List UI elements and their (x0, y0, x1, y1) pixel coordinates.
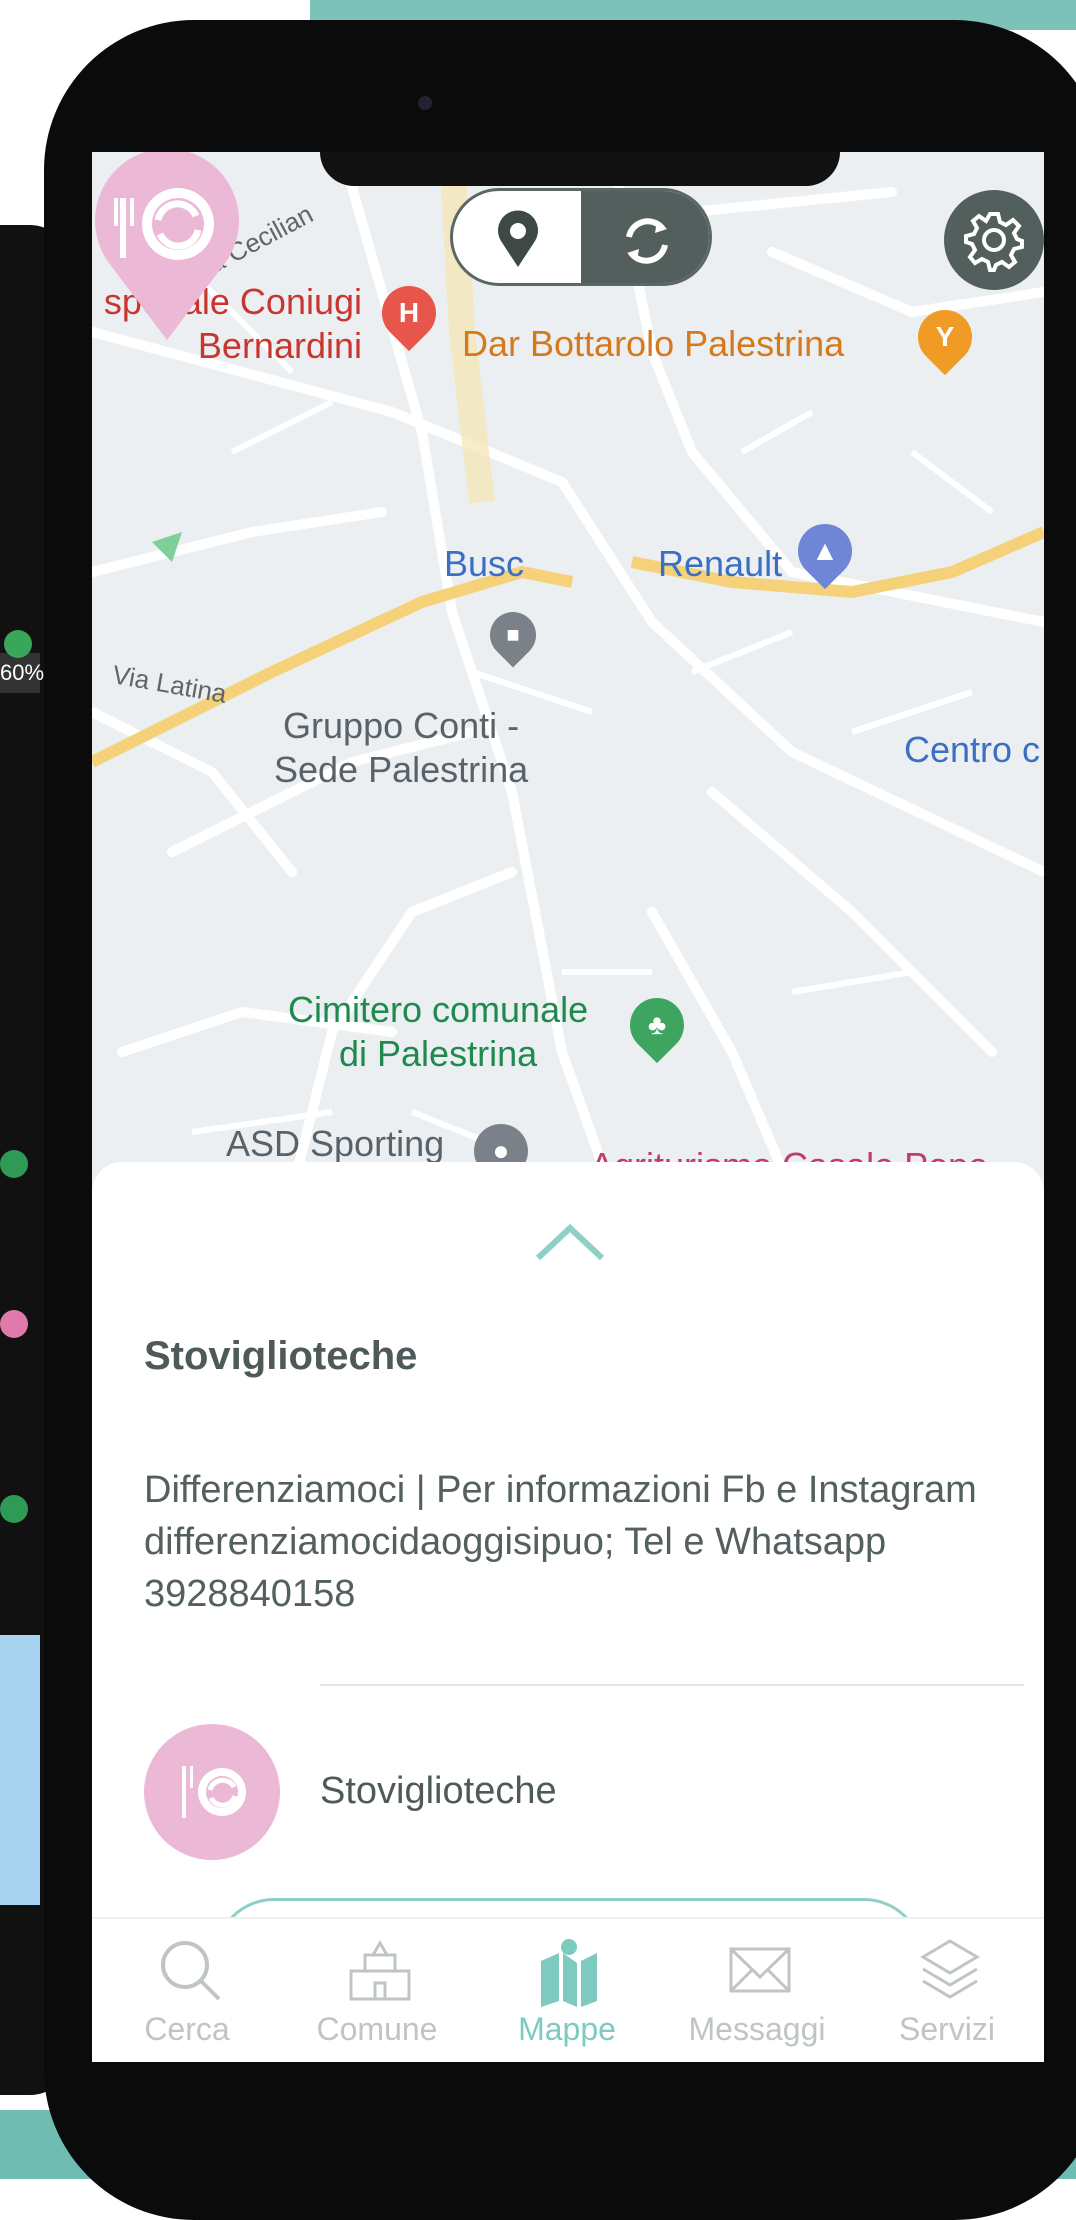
tab-label: Comune (316, 2011, 438, 2047)
tab-cerca[interactable]: Cerca (92, 1919, 282, 2062)
settings-button[interactable] (944, 190, 1044, 290)
poi-label-centro: Centro c (904, 729, 1041, 770)
back-phone-battery: 60% (0, 653, 44, 693)
back-phone-green-pin (0, 1150, 28, 1178)
hospital-pin-icon[interactable]: H (370, 274, 448, 352)
place-title: Stoviglioteche (144, 1334, 418, 1378)
divider (320, 1684, 1024, 1686)
chevron-up-icon[interactable] (534, 1222, 606, 1262)
back-phone-water (0, 1635, 40, 1905)
museum-pin-icon[interactable]: ■ (480, 602, 546, 668)
tab-label: Messaggi (688, 2011, 826, 2047)
back-phone-pink-pin (0, 1310, 28, 1338)
back-phone-green-pin (0, 1495, 28, 1523)
refresh-segment[interactable] (581, 191, 709, 283)
back-phone-green-pin (4, 630, 32, 658)
tab-messaggi[interactable]: Messaggi (662, 1919, 852, 2062)
bottom-tab-bar: Cerca Comune Mappe Messaggi Servizi (92, 1917, 1044, 2062)
poi-label-gruppo: Gruppo Conti - Sede Palestrina (274, 705, 529, 790)
category-icon (144, 1724, 280, 1860)
refresh-icon (626, 218, 668, 264)
category-label: Stoviglioteche (320, 1770, 557, 1812)
front-camera (418, 96, 432, 110)
layers-icon (920, 1939, 980, 1999)
tab-label: Mappe (518, 2011, 616, 2047)
map-view[interactable]: Via Cecilian Via Latina spedale Coniugi … (92, 152, 1044, 1192)
envelope-icon (729, 1947, 791, 1993)
app-screen: Via Cecilian Via Latina spedale Coniugi … (92, 152, 1044, 2062)
gear-icon (964, 212, 1024, 272)
stoviglioteca-icon (182, 1766, 246, 1818)
poi-label-busc: Busc (444, 543, 525, 584)
park-pin-icon[interactable]: ♣ (618, 986, 696, 1064)
poi-label-asd: ASD Sporting (226, 1123, 445, 1164)
tab-mappe[interactable]: Mappe (472, 1919, 662, 2062)
poi-label-renault: Renault (658, 543, 783, 584)
poi-label-cimitero: Cimitero comunale di Palestrina (288, 989, 589, 1074)
place-description: Differenziamoci | Per informazioni Fb e … (144, 1469, 977, 1615)
restaurant-pin-icon[interactable]: Y (906, 298, 984, 376)
selected-stovigliotheque-pin-icon[interactable] (92, 152, 242, 342)
location-pin-icon[interactable] (493, 207, 543, 269)
map-mode-toggle[interactable] (450, 188, 712, 286)
tab-label: Cerca (144, 2011, 230, 2047)
tab-label: Servizi (898, 2011, 995, 2047)
search-icon (161, 1941, 221, 2001)
car-pin-icon[interactable]: ▲ (786, 512, 864, 590)
tab-servizi[interactable]: Servizi (852, 1919, 1042, 2062)
map-pin-icon (541, 1939, 597, 2007)
phone-notch (320, 152, 840, 186)
poi-label-restaurant: Dar Bottarolo Palestrina (462, 323, 845, 364)
town-hall-icon (349, 1940, 411, 2001)
tab-comune[interactable]: Comune (282, 1919, 472, 2062)
